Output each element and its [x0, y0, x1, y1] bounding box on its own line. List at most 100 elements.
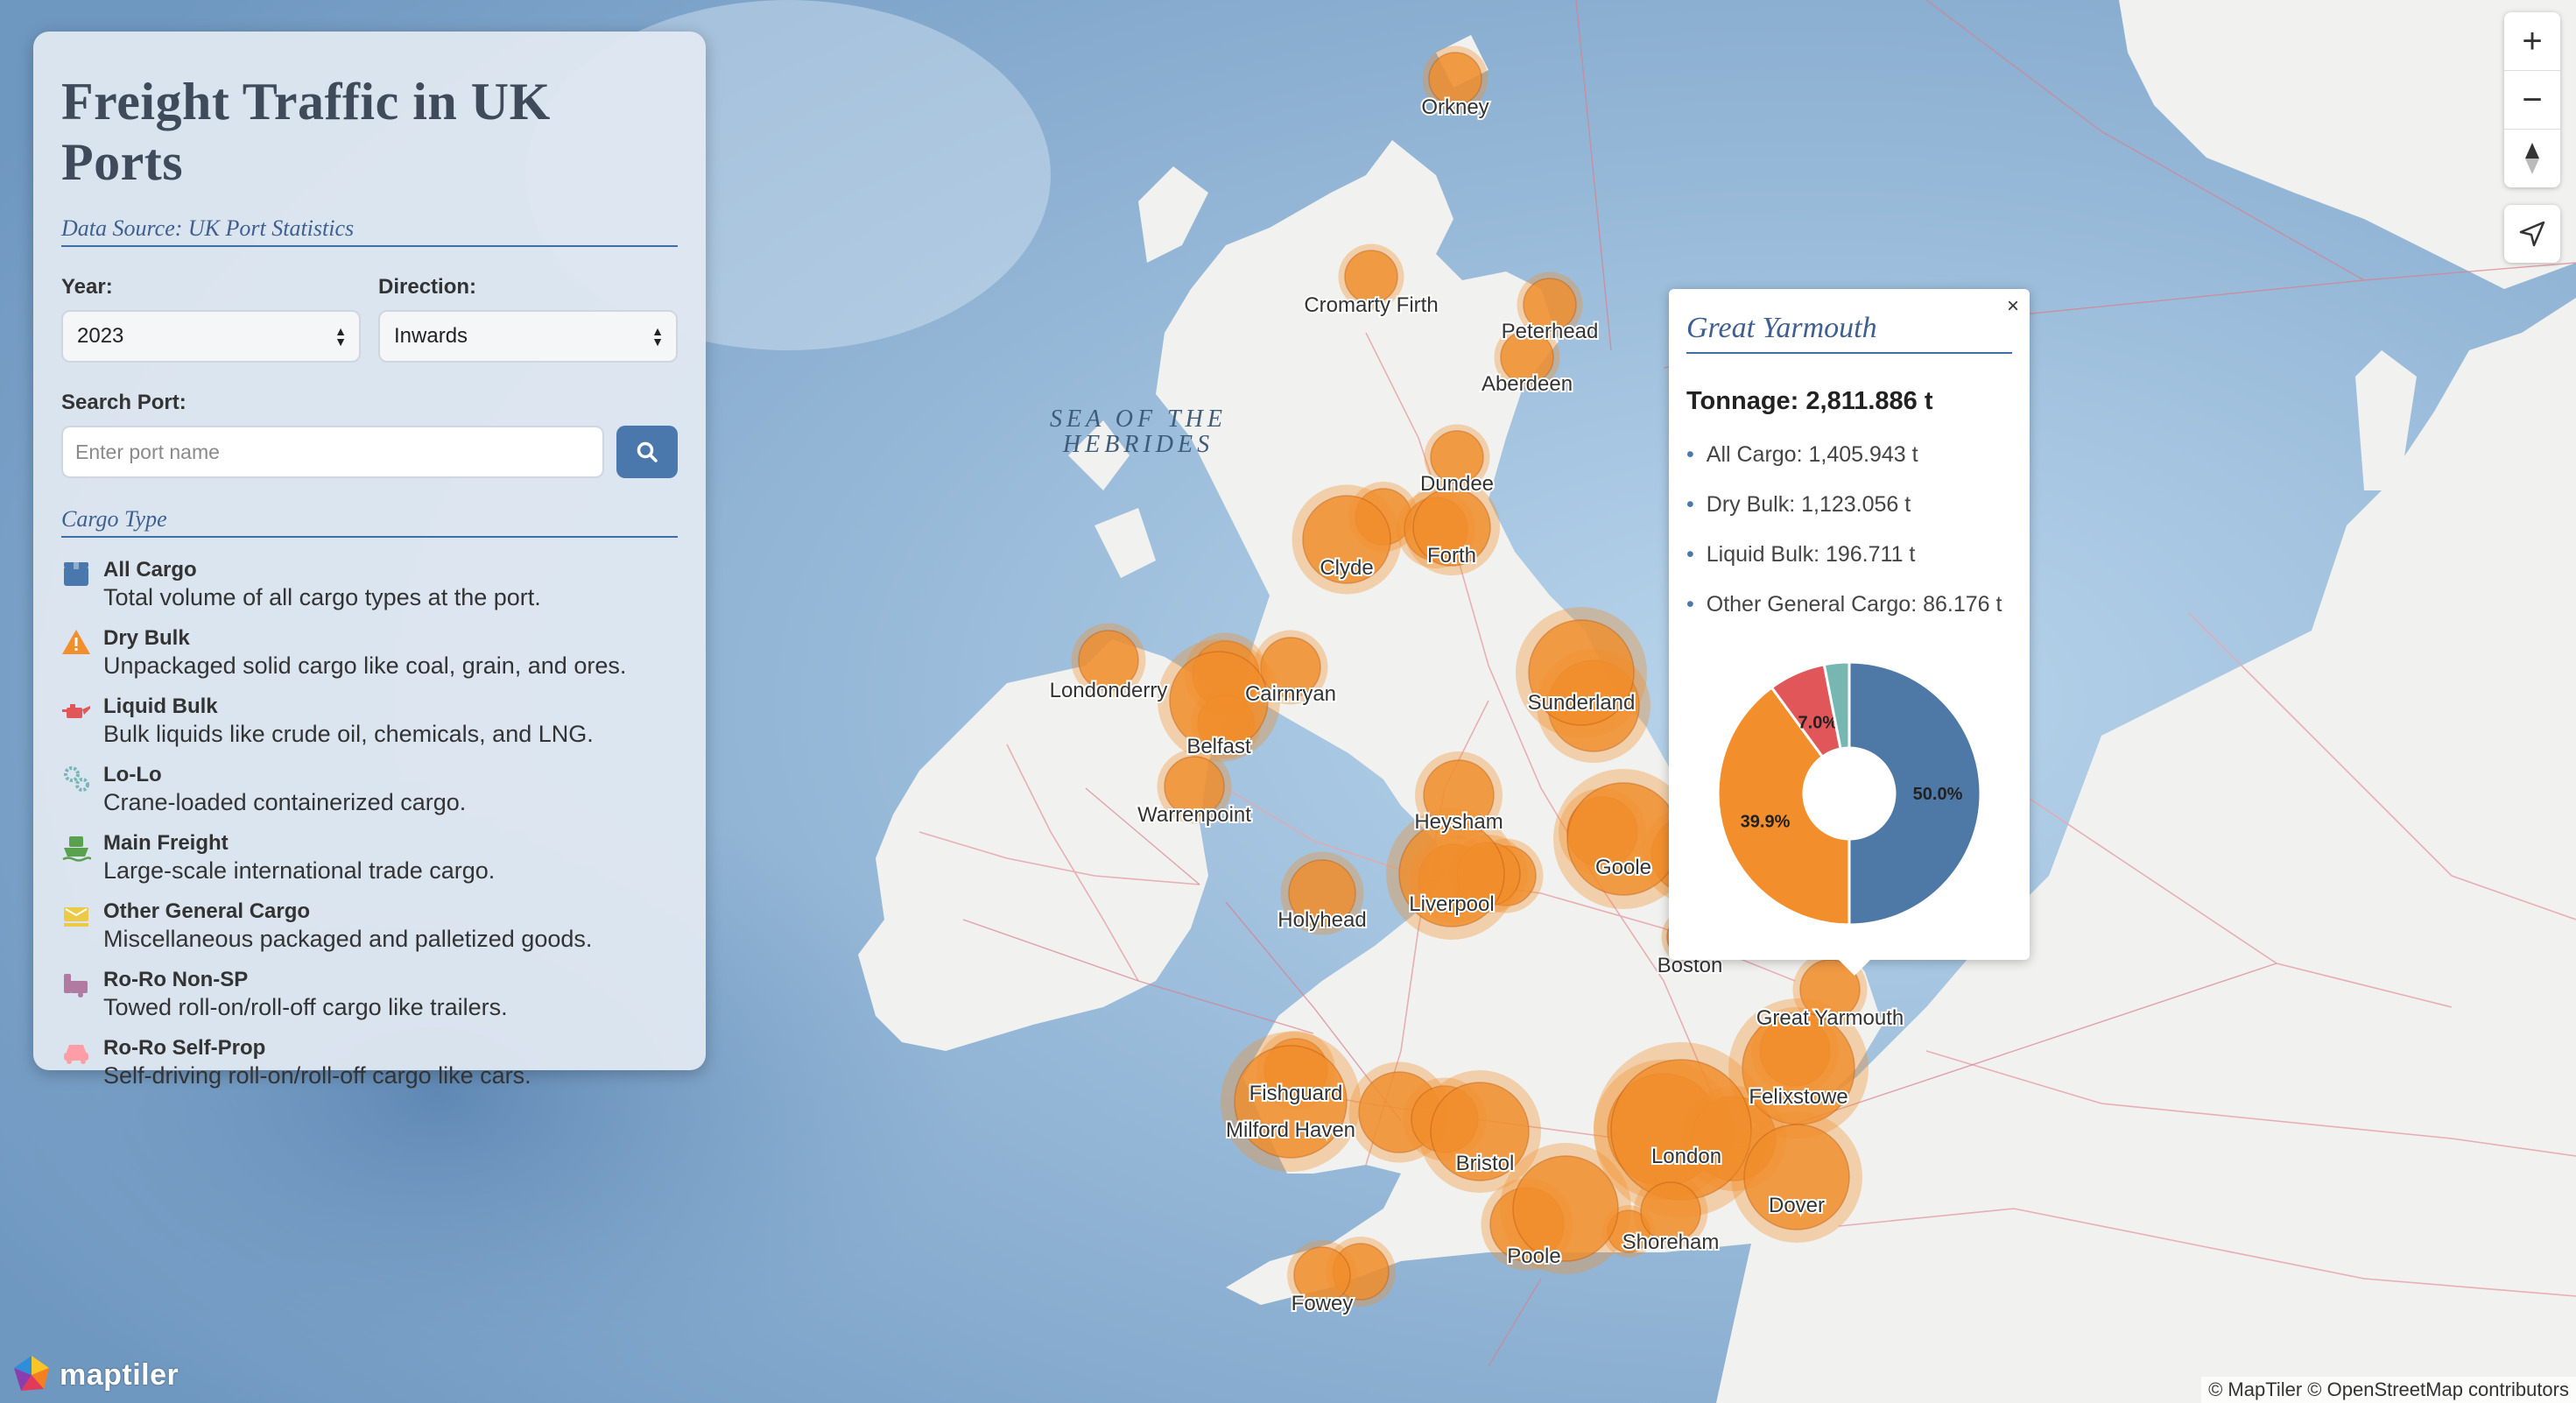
- oil-can-icon: [62, 704, 90, 718]
- cargo-type-text: Ro-Ro Non-SP Towed roll-on/roll-off cargo…: [103, 967, 508, 1021]
- port-label: Heysham: [1414, 810, 1503, 834]
- warning-triangle-icon: [62, 630, 90, 654]
- compass-button[interactable]: [2504, 129, 2560, 187]
- cargo-type-item: Liquid Bulk Bulk liquids like crude oil, …: [61, 694, 678, 748]
- zoom-in-button[interactable]: +: [2504, 12, 2560, 70]
- direction-label: Direction:: [378, 275, 477, 299]
- popup-cargo-item: • Dry Bulk: 1,123.056 t: [1686, 492, 1911, 517]
- search-icon: [637, 441, 658, 462]
- zoom-controls: + −: [2504, 12, 2560, 187]
- zoom-out-button[interactable]: −: [2504, 70, 2560, 129]
- cargo-type-desc: Crane-loaded containerized cargo.: [103, 789, 467, 815]
- control-panel: Freight Traffic in UK Ports Data Source:…: [33, 32, 706, 1089]
- navigation-arrow-icon: [2519, 221, 2545, 247]
- port-label: Great Yarmouth: [1756, 1006, 1904, 1030]
- cargo-type-item: Ro-Ro Non-SP Towed roll-on/roll-off cargo…: [61, 967, 678, 1021]
- geolocate-control: [2504, 205, 2560, 263]
- cargo-type-item: Other General Cargo Miscellaneous package…: [61, 899, 678, 953]
- port-label: Aberdeen: [1482, 372, 1573, 396]
- search-row: Enter port name: [61, 426, 678, 478]
- cargo-type-desc: Total volume of all cargo types at the p…: [103, 584, 541, 610]
- cargo-type-name: Lo-Lo: [103, 763, 162, 786]
- ship-icon: [62, 836, 91, 862]
- popup-title: Great Yarmouth: [1686, 312, 2012, 354]
- year-control: Year: 2023 ▲ ▼: [61, 275, 361, 363]
- port-label: Shoreham: [1622, 1230, 1720, 1254]
- popup-cargo-item: • Other General Cargo: 86.176 t: [1686, 592, 2002, 617]
- pie-label: 7.0%: [1798, 713, 1839, 732]
- cargo-type-title: Cargo Type: [61, 506, 678, 538]
- cargo-type-item: Ro-Ro Self-Prop Self-driving roll-on/roll…: [61, 1035, 678, 1089]
- port-label: Orkney: [1421, 95, 1489, 119]
- cargo-type-text: Liquid Bulk Bulk liquids like crude oil, …: [103, 694, 594, 748]
- maptiler-logo-icon: [14, 1356, 49, 1391]
- port-label: Dover: [1769, 1194, 1825, 1217]
- cargo-type-desc: Large-scale international trade cargo.: [103, 857, 496, 884]
- direction-value: Inwards: [394, 324, 468, 348]
- year-label: Year:: [61, 275, 113, 299]
- cargo-type-list: All Cargo Total volume of all cargo types…: [61, 557, 678, 1089]
- cargo-type-desc: Miscellaneous packaged and palletized go…: [103, 926, 593, 952]
- port-label: Belfast: [1186, 735, 1251, 758]
- port-label: Clyde: [1320, 556, 1373, 580]
- cargo-type-name: Ro-Ro Non-SP: [103, 968, 249, 991]
- compass-icon: [2525, 143, 2539, 174]
- cargo-type-name: All Cargo: [103, 558, 197, 582]
- select-arrows-icon: ▲ ▼: [651, 324, 664, 349]
- cargo-type-item: Dry Bulk Unpackaged solid cargo like coal…: [61, 625, 678, 680]
- sea-label-line1: SEA OF THE: [1050, 405, 1227, 433]
- cargo-type-desc: Unpackaged solid cargo like coal, grain,…: [103, 652, 627, 679]
- port-label: Sunderland: [1528, 691, 1636, 715]
- port-label: Holyhead: [1277, 908, 1366, 932]
- cargo-type-name: Liquid Bulk: [103, 694, 218, 718]
- cargo-type-item: Main Freight Large-scale international tr…: [61, 830, 678, 885]
- port-label: Warrenpoint: [1137, 803, 1251, 827]
- pie-label: 50.0%: [1913, 785, 1963, 804]
- port-label: Poole: [1507, 1244, 1560, 1268]
- cargo-type-text: All Cargo Total volume of all cargo types…: [103, 557, 541, 611]
- box-icon: [64, 562, 88, 586]
- port-label: Dundee: [1420, 472, 1494, 496]
- geolocate-button[interactable]: [2504, 205, 2560, 263]
- search-input[interactable]: Enter port name: [61, 426, 604, 478]
- popup-cargo-item: • All Cargo: 1,405.943 t: [1686, 442, 1918, 467]
- filters-row: Year: 2023 ▲ ▼ Direction: Inwards ▲ ▼: [61, 275, 678, 363]
- cargo-type-name: Main Freight: [103, 831, 229, 855]
- port-label: Peterhead: [1502, 320, 1599, 343]
- port-label: Liverpool: [1409, 892, 1494, 916]
- port-label: London: [1651, 1145, 1721, 1168]
- trailer-icon: [64, 974, 88, 998]
- car-icon: [64, 1045, 88, 1064]
- cargo-type-desc: Bulk liquids like crude oil, chemicals, …: [103, 721, 594, 747]
- popup-cargo-list: • All Cargo: 1,405.943 t • Dry Bulk: 1,123…: [1686, 442, 2012, 617]
- port-label: Milford Haven: [1226, 1118, 1355, 1142]
- port-label: Londonderry: [1050, 679, 1168, 702]
- cargo-type-text: Main Freight Large-scale international tr…: [103, 830, 495, 885]
- port-label: Bristol: [1456, 1152, 1515, 1175]
- popup-cargo-item: • Liquid Bulk: 196.711 t: [1686, 542, 1916, 567]
- search-button[interactable]: [616, 426, 678, 478]
- year-value: 2023: [77, 324, 124, 348]
- panel-title: Freight Traffic in UK Ports: [61, 73, 551, 191]
- port-label: Cromarty Firth: [1304, 293, 1438, 317]
- direction-control: Direction: Inwards ▲ ▼: [378, 275, 678, 363]
- port-label: Goole: [1595, 856, 1651, 879]
- direction-select[interactable]: Inwards ▲ ▼: [378, 310, 678, 363]
- year-select[interactable]: 2023 ▲ ▼: [61, 310, 361, 363]
- port-popup: × Great Yarmouth Tonnage: 2,811.886 t • A…: [1669, 289, 2030, 976]
- cargo-type-item: All Cargo Total volume of all cargo types…: [61, 557, 678, 611]
- port-label: Forth: [1427, 544, 1476, 568]
- select-arrows-icon: ▲ ▼: [334, 324, 347, 349]
- cargo-type-desc: Self-driving roll-on/roll-off cargo like…: [103, 1062, 531, 1089]
- cargo-pie-chart: 50.0% 39.9% 7.0%: [1718, 662, 1981, 925]
- close-icon[interactable]: ×: [2007, 294, 2019, 319]
- attribution[interactable]: © MapTiler © OpenStreetMap contributors: [2201, 1377, 2576, 1403]
- cargo-type-text: Dry Bulk Unpackaged solid cargo like coal…: [103, 625, 626, 680]
- port-label: Felixstowe: [1749, 1085, 1848, 1109]
- port-label: Fishguard: [1249, 1082, 1343, 1105]
- logo-text: maptiler: [60, 1357, 179, 1392]
- cargo-type-name: Dry Bulk: [103, 626, 190, 650]
- cargo-type-name: Ro-Ro Self-Prop: [103, 1036, 266, 1060]
- maptiler-logo[interactable]: maptiler: [11, 1354, 179, 1396]
- cargo-type-text: Other General Cargo Miscellaneous package…: [103, 899, 592, 953]
